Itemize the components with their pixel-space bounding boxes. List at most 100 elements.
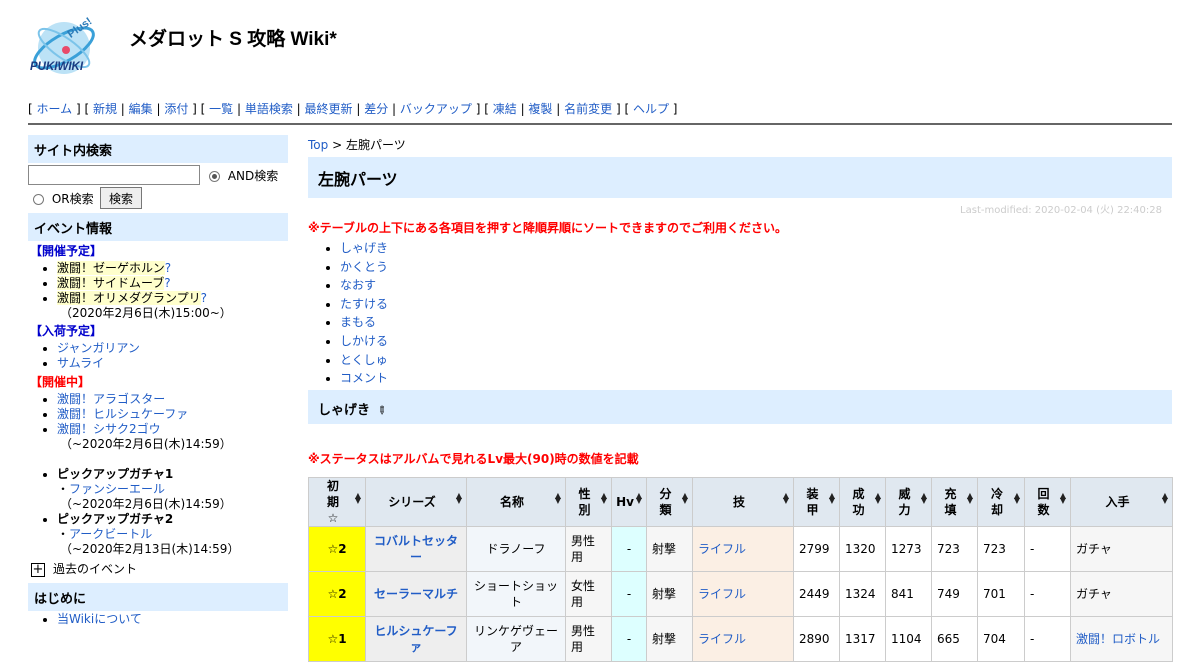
search-input[interactable] [28, 165, 200, 185]
cell-link[interactable]: ヒルシュケーファ [374, 624, 457, 654]
sort-icon[interactable]: ▲ ▼ [967, 491, 973, 504]
gacha1-item-link[interactable]: ファンシーエール [69, 482, 165, 496]
sidebar: サイト内検索 AND検索 OR検索 検索 イベント情報 【開催予定】 激闘！ゼー… [28, 135, 288, 627]
logo-text: PUKIWIKI [30, 61, 84, 73]
nav-link[interactable]: 差分 [364, 102, 388, 116]
cell-value: 射撃 [652, 586, 677, 601]
cell-link[interactable]: コバルトセッター [374, 534, 458, 564]
column-header[interactable]: 充填 ▲ ▼ [931, 476, 978, 527]
nav-link[interactable]: 凍結 [493, 102, 517, 116]
cell-value: - [1030, 586, 1035, 601]
column-header[interactable]: 威力 ▲ ▼ [885, 476, 932, 527]
column-header[interactable]: 回数 ▲ ▼ [1024, 476, 1071, 527]
nav-link[interactable]: 最終更新 [305, 102, 353, 116]
sort-icon[interactable]: ▲ ▼ [355, 491, 361, 504]
nav-separator: | [292, 102, 305, 116]
nav-link[interactable]: 新規 [93, 102, 117, 116]
nav-link[interactable]: 添付 [164, 102, 188, 116]
column-header[interactable]: 性別 ▲ ▼ [565, 476, 612, 527]
about-wiki-link[interactable]: 当Wikiについて [57, 612, 142, 626]
toc-link[interactable]: とくしゅ [340, 353, 388, 367]
column-header[interactable]: 冷却 ▲ ▼ [977, 476, 1025, 527]
column-header[interactable]: Hv ▲ ▼ [611, 476, 647, 527]
breadcrumb-top-link[interactable]: Top [308, 138, 328, 152]
past-events-toggle[interactable]: + 過去のイベント [28, 562, 288, 582]
nav-link[interactable]: バックアップ [400, 102, 472, 116]
create-page-link[interactable]: ? [201, 291, 207, 305]
sort-icon[interactable]: ▲ ▼ [636, 491, 642, 504]
edit-pencil-icon[interactable]: ✎ [373, 402, 389, 418]
sort-icon[interactable]: ▲ ▼ [783, 491, 789, 504]
event-link[interactable]: 激闘！アラゴスター [57, 392, 165, 406]
sort-icon[interactable]: ▲ ▼ [829, 491, 835, 504]
cell-value: 2799 [799, 541, 830, 556]
sort-icon[interactable]: ▲ ▼ [1162, 491, 1168, 504]
nav-link[interactable]: 複製 [528, 102, 552, 116]
event-link[interactable]: ジャンガリアン [57, 341, 140, 355]
or-radio-icon[interactable] [33, 194, 44, 205]
sort-icon[interactable]: ▲ ▼ [601, 491, 607, 504]
nav-link[interactable]: 単語検索 [245, 102, 293, 116]
toc-item: かくとう [340, 258, 1172, 277]
toc-link[interactable]: たすける [340, 297, 388, 311]
toc-link[interactable]: しかける [340, 334, 388, 348]
parts-table: 初期☆ ▲ ▼ シリーズ ▲ ▼ 名称 ▲ ▼ 性別 ▲ ▼ Hv ▲ ▼ 分類 ▲ ▼ 技 ▲ ▼ 装甲 ▲ ▼ 成功 ▲ ▼ 威力… [308, 476, 1173, 662]
status-note: ※ステータスはアルバムで見れるLv最大(90)時の数値を記載 [308, 451, 639, 466]
sort-icon[interactable]: ▲ ▼ [921, 491, 927, 504]
expand-icon[interactable]: + [31, 562, 45, 577]
event-link[interactable]: 激闘！シサク2ゴウ [57, 422, 161, 436]
column-header[interactable]: 名称 ▲ ▼ [466, 476, 566, 527]
cell-link[interactable]: 激闘！ロボトル [1076, 632, 1160, 646]
event-link[interactable]: 激闘！ヒルシュケーファ [57, 407, 188, 421]
toc-link[interactable]: しゃげき [340, 241, 388, 255]
table-cell: - [1024, 525, 1071, 572]
toc-link[interactable]: コメント [340, 371, 388, 385]
column-header[interactable]: 技 ▲ ▼ [692, 476, 794, 527]
toc-link[interactable]: まもる [340, 315, 376, 329]
column-header[interactable]: シリーズ ▲ ▼ [365, 476, 467, 527]
column-header[interactable]: 装甲 ▲ ▼ [793, 476, 840, 527]
column-header[interactable]: 初期☆ ▲ ▼ [308, 476, 366, 527]
nav-link[interactable]: ヘルプ [633, 102, 669, 116]
cell-link[interactable]: ライフル [698, 542, 746, 556]
and-radio-icon[interactable] [209, 171, 220, 182]
column-header[interactable]: 入手 ▲ ▼ [1070, 476, 1173, 527]
gacha2-item-link[interactable]: アークビートル [69, 527, 152, 541]
event-link[interactable]: サムライ [57, 356, 104, 370]
toc-link[interactable]: なおす [340, 278, 376, 292]
list-item: 激闘！ヒルシュケーファ [57, 407, 288, 422]
nav-link[interactable]: 編集 [129, 102, 153, 116]
cell-value: 1320 [845, 541, 876, 556]
sort-icon[interactable]: ▲ ▼ [456, 491, 462, 504]
toc-item: しかける [340, 332, 1172, 351]
create-page-link[interactable]: ? [164, 276, 170, 290]
sort-icon[interactable]: ▲ ▼ [1060, 491, 1066, 504]
nav-link[interactable]: 名前変更 [564, 102, 612, 116]
search-button[interactable]: 検索 [100, 187, 142, 209]
and-search-option[interactable]: AND検索 [209, 167, 278, 184]
cell-link[interactable]: セーラーマルチ [374, 587, 458, 601]
scheduled-label: 【開催予定】 [30, 244, 103, 258]
column-header-label: 充填 [944, 486, 957, 517]
cell-link[interactable]: ライフル [698, 587, 746, 601]
sort-icon[interactable]: ▲ ▼ [1014, 491, 1020, 504]
create-page-link[interactable]: ? [165, 261, 171, 275]
column-header-label: 分類 [659, 486, 672, 517]
sort-icon[interactable]: ▲ ▼ [555, 491, 561, 504]
table-cell: ガチャ [1070, 525, 1173, 572]
sort-icon[interactable]: ▲ ▼ [875, 491, 881, 504]
events-section: 【開催予定】 激闘！ゼーゲホルン?激闘！サイドムーブ?激闘！オリメダグランプリ?… [28, 244, 288, 582]
sort-icon[interactable]: ▲ ▼ [682, 491, 688, 504]
intro-heading: はじめに [28, 583, 288, 611]
toc-link[interactable]: かくとう [340, 260, 388, 274]
cell-link[interactable]: ライフル [698, 632, 746, 646]
nav-link[interactable]: 一覧 [209, 102, 233, 116]
or-search-option[interactable]: OR検索 [33, 190, 94, 207]
column-header[interactable]: 分類 ▲ ▼ [646, 476, 693, 527]
column-header[interactable]: 成功 ▲ ▼ [839, 476, 886, 527]
column-header-label: 名称 [499, 494, 524, 509]
list-item: 激闘！サイドムーブ? [57, 276, 288, 291]
section-title: しゃげき [318, 402, 371, 418]
nav-link[interactable]: ホーム [37, 102, 73, 116]
pukiwiki-logo[interactable]: Plus! PUKIWIKI [28, 12, 104, 88]
